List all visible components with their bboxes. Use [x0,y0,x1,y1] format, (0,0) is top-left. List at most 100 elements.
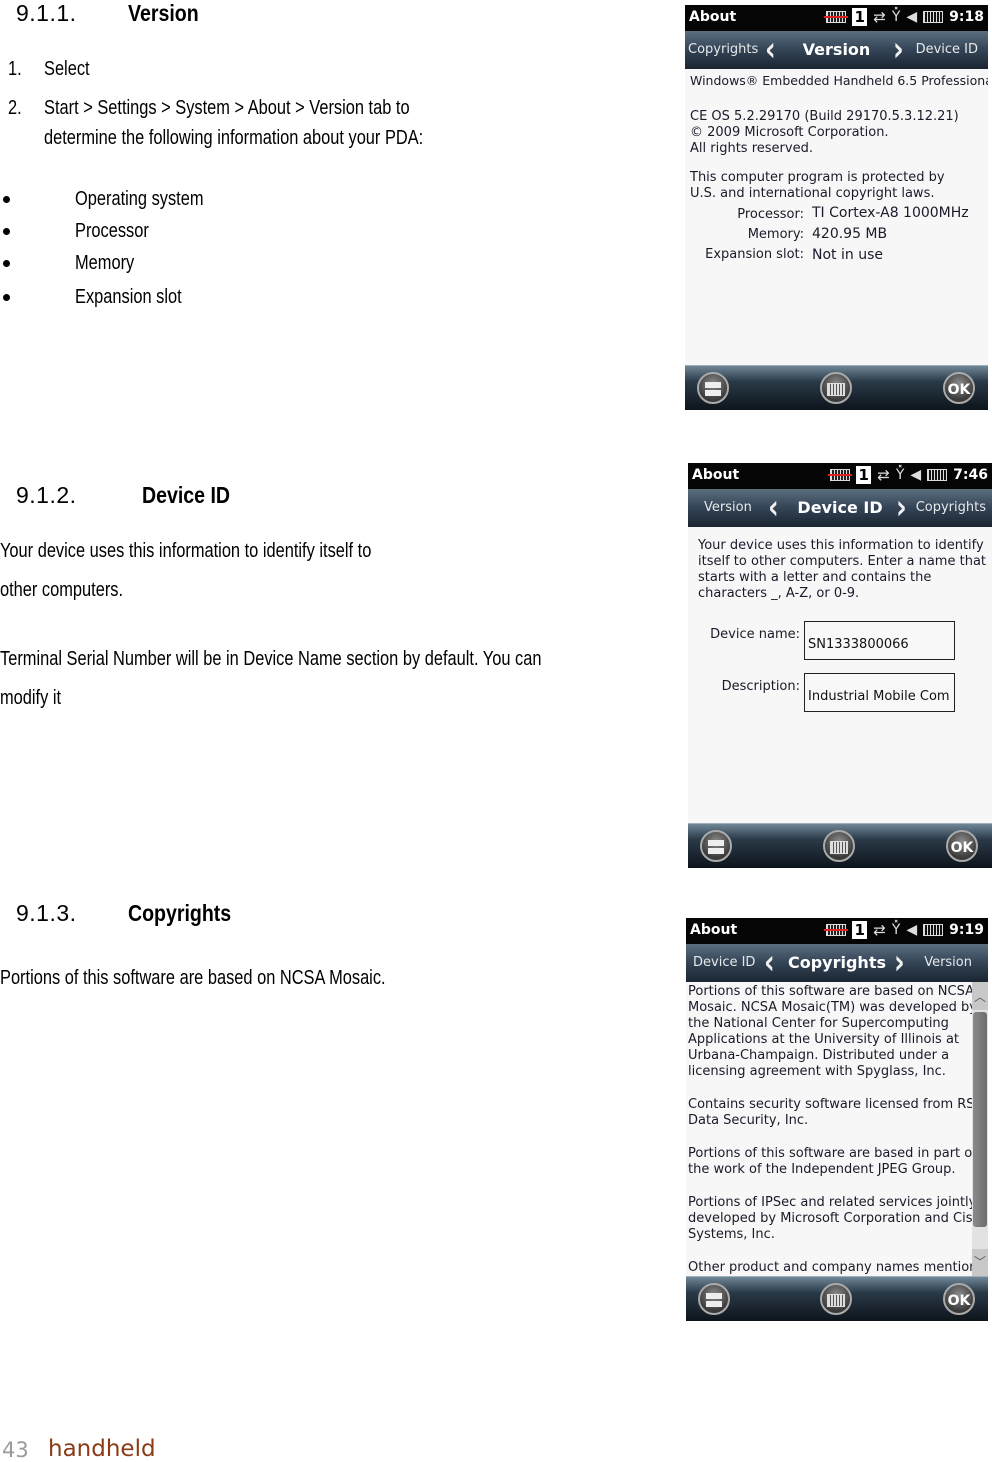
screenshot-copyrights: About 1 ⇄ Y̽ ◀︎ 9:19 Device ID ‹ Copyrig… [686,918,988,1321]
paragraph-line: modify it [0,687,62,709]
os-name: Windows® Embedded Handheld 6.5 Professio… [690,73,988,88]
clock: 7:46 [953,467,988,483]
scroll-up-icon[interactable]: ︿ [972,982,988,1010]
protection-line: This computer program is protected by [690,170,945,185]
expansion-value: Not in use [812,247,883,263]
tab-bar: Device ID ‹ Copyrights › Version [686,944,988,983]
device-name-input[interactable] [804,621,955,660]
expansion-label: Expansion slot: [705,247,804,262]
keyboard-disabled-icon [828,469,853,481]
keyboard-button[interactable] [820,372,852,404]
bullet-item: Processor [75,220,149,242]
no-signal-icon: Y̽ [891,9,901,25]
step-text: Select [44,58,90,80]
info-line: characters _, A-Z, or 0-9. [698,586,860,601]
screenshot-version: About 1 ⇄ Y̽ ◀︎ 9:18 Copyrights ‹ Versio… [685,5,988,410]
copyright-line: © 2009 Microsoft Corporation. [690,125,889,140]
ok-button[interactable]: OK [943,1283,975,1315]
soft-key-bar: OK [686,1276,988,1321]
text-line: developed by Microsoft Corporation and C… [688,1211,988,1226]
tab-bar: Copyrights ‹ Version › Device ID [685,31,988,70]
tab-device-id[interactable]: Device ID [916,42,978,57]
description-input[interactable] [804,673,955,712]
ok-button[interactable]: OK [946,830,978,862]
section-title: Device ID [142,482,231,508]
bullet-item: Memory [75,252,135,274]
step-number: 2. [8,97,22,119]
paragraph-line: Portions of this software are based on N… [0,967,386,989]
app-title: About [692,467,740,483]
battery-icon [923,924,944,936]
keyboard-button[interactable] [823,830,855,862]
bullet-item: Operating system [75,188,204,210]
processor-label: Processor: [737,207,804,222]
text-line: Applications at the University of Illino… [688,1032,960,1047]
soft-key-bar: OK [685,365,988,410]
device-name-label: Device name: [710,627,800,642]
start-button[interactable] [698,1283,730,1315]
text-line: Portions of IPSec and related services j… [688,1195,977,1210]
copyrights-content: Portions of this software are based on N… [686,982,988,1277]
bullet-icon [3,294,10,301]
chevron-right-icon[interactable]: › [894,944,905,983]
rights-line: All rights reserved. [690,141,813,156]
battery-icon [923,11,944,23]
bullet-icon [3,196,10,203]
status-bar: About 1 ⇄ Y̽ ◀︎ 9:18 [685,5,988,31]
sim-1-icon: 1 [852,8,868,26]
ok-button[interactable]: OK [943,372,975,404]
app-title: About [690,922,738,938]
keyboard-icon [827,383,845,396]
sim-1-icon: 1 [856,466,872,484]
keyboard-disabled-icon [824,11,849,23]
os-build: CE OS 5.2.29170 (Build 29170.5.3.12.21) [690,109,959,124]
chevron-right-icon[interactable]: › [893,31,904,70]
chevron-right-icon[interactable]: › [896,489,907,528]
step-text: determine the following information abou… [44,127,424,149]
protection-line: U.S. and international copyright laws. [690,186,935,201]
tab-version[interactable]: Version [924,955,972,970]
footer-brand: handheld [48,1436,156,1462]
tab-bar: Version ‹ Device ID › Copyrights [688,489,992,528]
paragraph-line: other computers. [0,579,124,601]
keyboard-button[interactable] [820,1283,852,1315]
keyboard-disabled-icon [824,924,849,936]
windows-logo-icon [706,1293,722,1307]
description-label: Description: [721,679,800,694]
text-line: Systems, Inc. [688,1227,775,1242]
status-bar: About 1 ⇄ Y̽ ◀︎ 7:46 [688,463,992,489]
sync-icon: ⇄ [877,466,890,484]
sim-1-icon: 1 [852,921,868,939]
battery-icon [927,469,948,481]
section-number: 9.1.1. [16,0,77,26]
sync-icon: ⇄ [873,8,886,26]
text-line: Portions of this software are based on N… [688,984,974,999]
start-button[interactable] [700,830,732,862]
bullet-icon [3,260,10,267]
text-line: Mosaic. NCSA Mosaic(TM) was developed by [688,1000,977,1015]
section-number: 9.1.2. [16,482,77,508]
volume-muted-icon: ◀︎ [910,467,922,483]
tab-copyrights[interactable]: Copyrights [916,500,986,515]
keyboard-icon [827,1294,845,1307]
start-button[interactable] [697,372,729,404]
sync-icon: ⇄ [873,921,886,939]
text-line: Urbana-Champaign. Distributed under a [688,1048,950,1063]
info-line: starts with a letter and contains the [698,570,932,585]
volume-muted-icon: ◀︎ [906,9,918,25]
app-title: About [689,9,737,25]
paragraph-line: Terminal Serial Number will be in Device… [0,648,542,670]
section-title: Copyrights [128,900,232,926]
scroll-down-icon[interactable]: ﹀ [972,1249,988,1277]
step-text: Start > Settings > System > About > Vers… [44,97,410,119]
soft-key-bar: OK [688,823,992,868]
bullet-icon [3,228,10,235]
paragraph-line: Your device uses this information to ide… [0,540,372,562]
step-number: 1. [8,58,22,80]
scrollbar[interactable]: ︿ ﹀ [972,982,988,1277]
clock: 9:18 [949,9,984,25]
section-title: Version [128,0,199,26]
no-signal-icon: Y̽ [891,922,901,938]
processor-value: TI Cortex-A8 1000MHz [812,205,969,221]
scroll-thumb[interactable] [973,1012,987,1227]
